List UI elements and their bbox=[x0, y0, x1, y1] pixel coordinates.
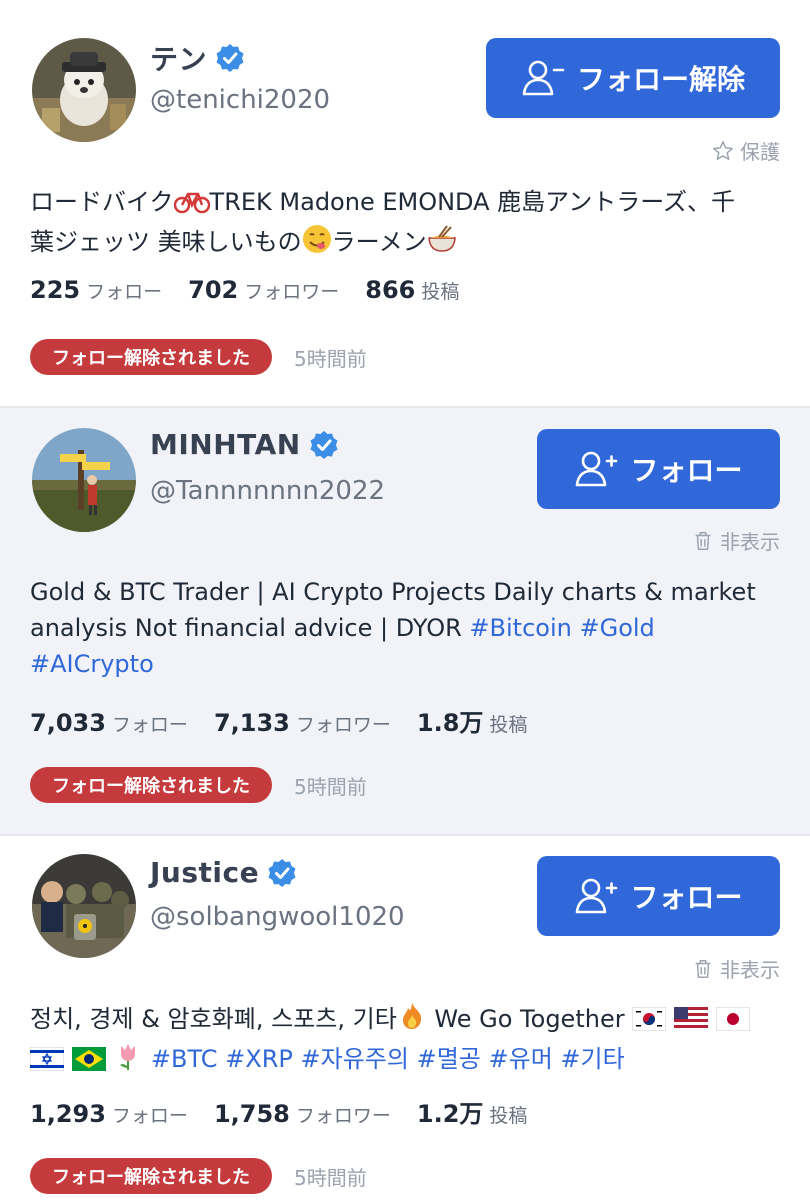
user-bio: 정치, 경제 & 암호화폐, 스포츠, 기타 We Go Together #B… bbox=[29, 1001, 780, 1081]
posts-count: 1.2万 投稿 bbox=[416, 1100, 528, 1128]
korea-flag-emoji-icon bbox=[631, 1005, 667, 1041]
hashtag-link[interactable]: #기타 bbox=[560, 1045, 624, 1073]
name-row: MINHTAN bbox=[150, 428, 339, 461]
bicycle-emoji-icon bbox=[173, 188, 210, 224]
bio-text: Gold & BTC Trader | AI Crypto Projects D… bbox=[30, 578, 756, 606]
bio-text: analysis Not financial advice | DYOR bbox=[30, 614, 470, 642]
ramen-emoji-icon bbox=[427, 224, 457, 264]
user-handle: @tenichi2020 bbox=[150, 85, 331, 115]
follow-button-label: フォロー bbox=[630, 454, 743, 487]
hide-label: 非表示 bbox=[720, 530, 780, 554]
display-name[interactable]: Justice bbox=[150, 856, 259, 889]
status-row: フォロー解除されました 5時間前 bbox=[30, 339, 367, 375]
hashtag-link[interactable]: #AICrypto bbox=[30, 650, 154, 678]
status-badge: フォロー解除されました bbox=[30, 339, 272, 375]
avatar[interactable] bbox=[32, 38, 136, 142]
bio-text: We Go Together bbox=[426, 1005, 625, 1033]
protect-action[interactable]: 保護 bbox=[712, 136, 780, 165]
name-row: テン bbox=[150, 38, 245, 78]
user-card: Justice @solbangwool1020 フォロー 非表示 정치, 경제… bbox=[0, 836, 810, 1200]
hide-action[interactable]: 非表示 bbox=[692, 526, 780, 555]
display-name[interactable]: テン bbox=[150, 38, 207, 78]
follow-button[interactable]: フォロー bbox=[537, 856, 780, 936]
tulip-emoji-icon bbox=[113, 1041, 143, 1081]
status-badge: フォロー解除されました bbox=[30, 767, 272, 803]
user-stats: 225 フォロー 702 フォロワー 866 投稿 bbox=[30, 276, 485, 304]
bio-text: 정치, 경제 & 암호화폐, 스포츠, 기타 bbox=[30, 1005, 397, 1033]
unfollow-button-label: フォロー解除 bbox=[576, 63, 745, 96]
hashtag-link[interactable]: #유머 bbox=[489, 1045, 553, 1073]
bio-text: 葉ジェッツ 美味しいもの bbox=[30, 228, 302, 256]
avatar[interactable] bbox=[32, 854, 136, 958]
user-card: MINHTAN @Tannnnnnn2022 フォロー 非表示 Gold & B… bbox=[0, 408, 810, 834]
posts-count: 866 投稿 bbox=[365, 276, 460, 304]
status-row: フォロー解除されました 5時間前 bbox=[30, 1158, 367, 1194]
trash-icon bbox=[695, 531, 711, 550]
follow-button-label: フォロー bbox=[630, 881, 743, 914]
trash-icon bbox=[695, 959, 711, 978]
timestamp: 5時間前 bbox=[294, 774, 367, 799]
person-plus-icon bbox=[576, 451, 618, 487]
protect-label: 保護 bbox=[740, 140, 780, 164]
verified-badge-icon bbox=[268, 858, 296, 887]
timestamp: 5時間前 bbox=[294, 1165, 367, 1190]
status-badge: フォロー解除されました bbox=[30, 1158, 272, 1194]
hide-action[interactable]: 非表示 bbox=[692, 954, 780, 983]
brazil-flag-emoji-icon bbox=[71, 1045, 106, 1081]
following-count[interactable]: 7,033 フォロー bbox=[30, 709, 188, 737]
posts-count: 1.8万 投稿 bbox=[416, 709, 528, 737]
unfollow-button[interactable]: フォロー解除 bbox=[486, 38, 780, 118]
yum-face-emoji-icon bbox=[302, 224, 332, 264]
hashtag-link[interactable]: #Bitcoin bbox=[469, 614, 571, 642]
timestamp: 5時間前 bbox=[294, 346, 367, 371]
user-card: テン @tenichi2020 フォロー解除 保護 ロードバイク TREK Mad… bbox=[0, 0, 810, 406]
follow-button[interactable]: フォロー bbox=[537, 429, 780, 509]
hashtag-link[interactable]: #자유주의 bbox=[301, 1045, 409, 1073]
verified-badge-icon bbox=[216, 44, 244, 72]
user-stats: 7,033 フォロー 7,133 フォロワー 1.8万 投稿 bbox=[30, 703, 553, 738]
star-outline-icon bbox=[713, 140, 733, 160]
user-stats: 1,293 フォロー 1,758 フォロワー 1.2万 投稿 bbox=[30, 1094, 553, 1129]
person-minus-icon bbox=[522, 60, 565, 96]
bio-text: TREK Madone EMONDA 鹿島アントラーズ、千 bbox=[209, 188, 735, 216]
bio-text: ラーメン bbox=[331, 228, 427, 256]
israel-flag-emoji-icon bbox=[29, 1045, 65, 1081]
user-bio: Gold & BTC Trader | AI Crypto Projects D… bbox=[30, 574, 780, 682]
following-count[interactable]: 225 フォロー bbox=[30, 276, 162, 304]
status-row: フォロー解除されました 5時間前 bbox=[30, 767, 367, 803]
us-flag-emoji-icon bbox=[673, 1005, 708, 1041]
person-plus-icon bbox=[576, 878, 618, 914]
hide-label: 非表示 bbox=[720, 958, 780, 982]
display-name[interactable]: MINHTAN bbox=[150, 428, 301, 461]
followers-count[interactable]: 7,133 フォロワー bbox=[214, 709, 391, 737]
verified-badge-icon bbox=[310, 430, 338, 459]
fire-emoji-icon bbox=[397, 1001, 427, 1041]
hashtag-link[interactable]: #Gold bbox=[579, 614, 654, 642]
user-bio: ロードバイク TREK Madone EMONDA 鹿島アントラーズ、千 葉ジェッ… bbox=[30, 184, 780, 264]
bio-text: ロードバイク bbox=[30, 188, 174, 216]
japan-flag-emoji-icon bbox=[715, 1005, 750, 1041]
name-row: Justice bbox=[150, 856, 297, 889]
hashtag-link[interactable]: #XRP bbox=[225, 1045, 293, 1073]
followers-count[interactable]: 1,758 フォロワー bbox=[214, 1100, 391, 1128]
hashtag-link[interactable]: #멸공 bbox=[417, 1045, 481, 1073]
following-count[interactable]: 1,293 フォロー bbox=[30, 1100, 188, 1128]
user-handle: @Tannnnnnn2022 bbox=[150, 476, 386, 506]
user-handle: @solbangwool1020 bbox=[150, 902, 405, 932]
hashtag-link[interactable]: #BTC bbox=[151, 1045, 218, 1073]
avatar[interactable] bbox=[32, 428, 136, 532]
followers-count[interactable]: 702 フォロワー bbox=[188, 276, 339, 304]
